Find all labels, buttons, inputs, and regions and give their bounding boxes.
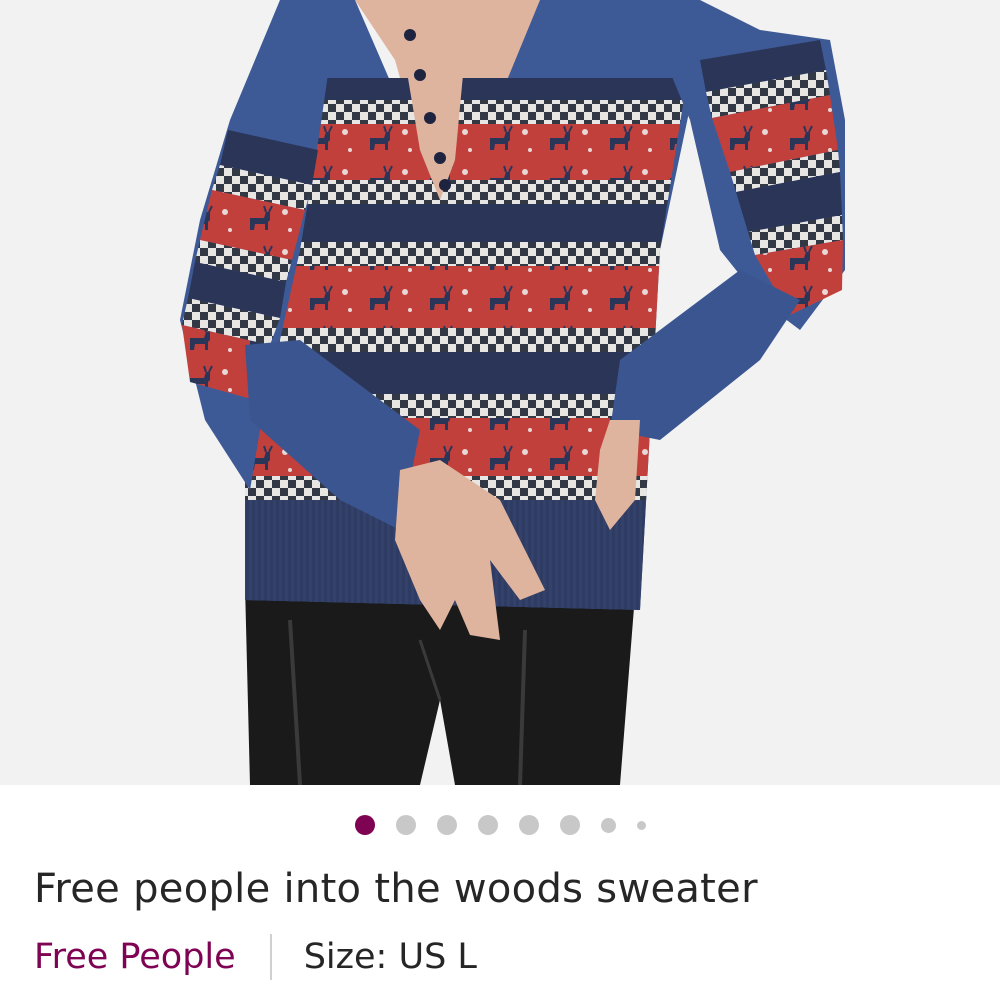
- product-meta: Free People Size: US L: [34, 934, 477, 980]
- meta-divider: [269, 934, 272, 980]
- brand-link[interactable]: Free People: [34, 937, 236, 977]
- size-label: Size: US L: [303, 937, 477, 977]
- product-page: Free people into the woods sweater Free …: [0, 0, 1000, 1000]
- carousel-dot[interactable]: [395, 815, 416, 835]
- carousel-dot[interactable]: [600, 817, 616, 833]
- carousel-dot[interactable]: [354, 815, 375, 835]
- image-carousel-dots[interactable]: [0, 814, 1000, 836]
- product-title: Free people into the woods sweater: [34, 866, 758, 912]
- carousel-dot[interactable]: [559, 815, 580, 835]
- carousel-dot[interactable]: [477, 815, 498, 835]
- product-photo-illustration: [0, 0, 1000, 785]
- product-image[interactable]: [0, 0, 1000, 785]
- carousel-dot[interactable]: [636, 820, 646, 830]
- carousel-dot[interactable]: [518, 815, 539, 835]
- carousel-dot[interactable]: [436, 815, 457, 835]
